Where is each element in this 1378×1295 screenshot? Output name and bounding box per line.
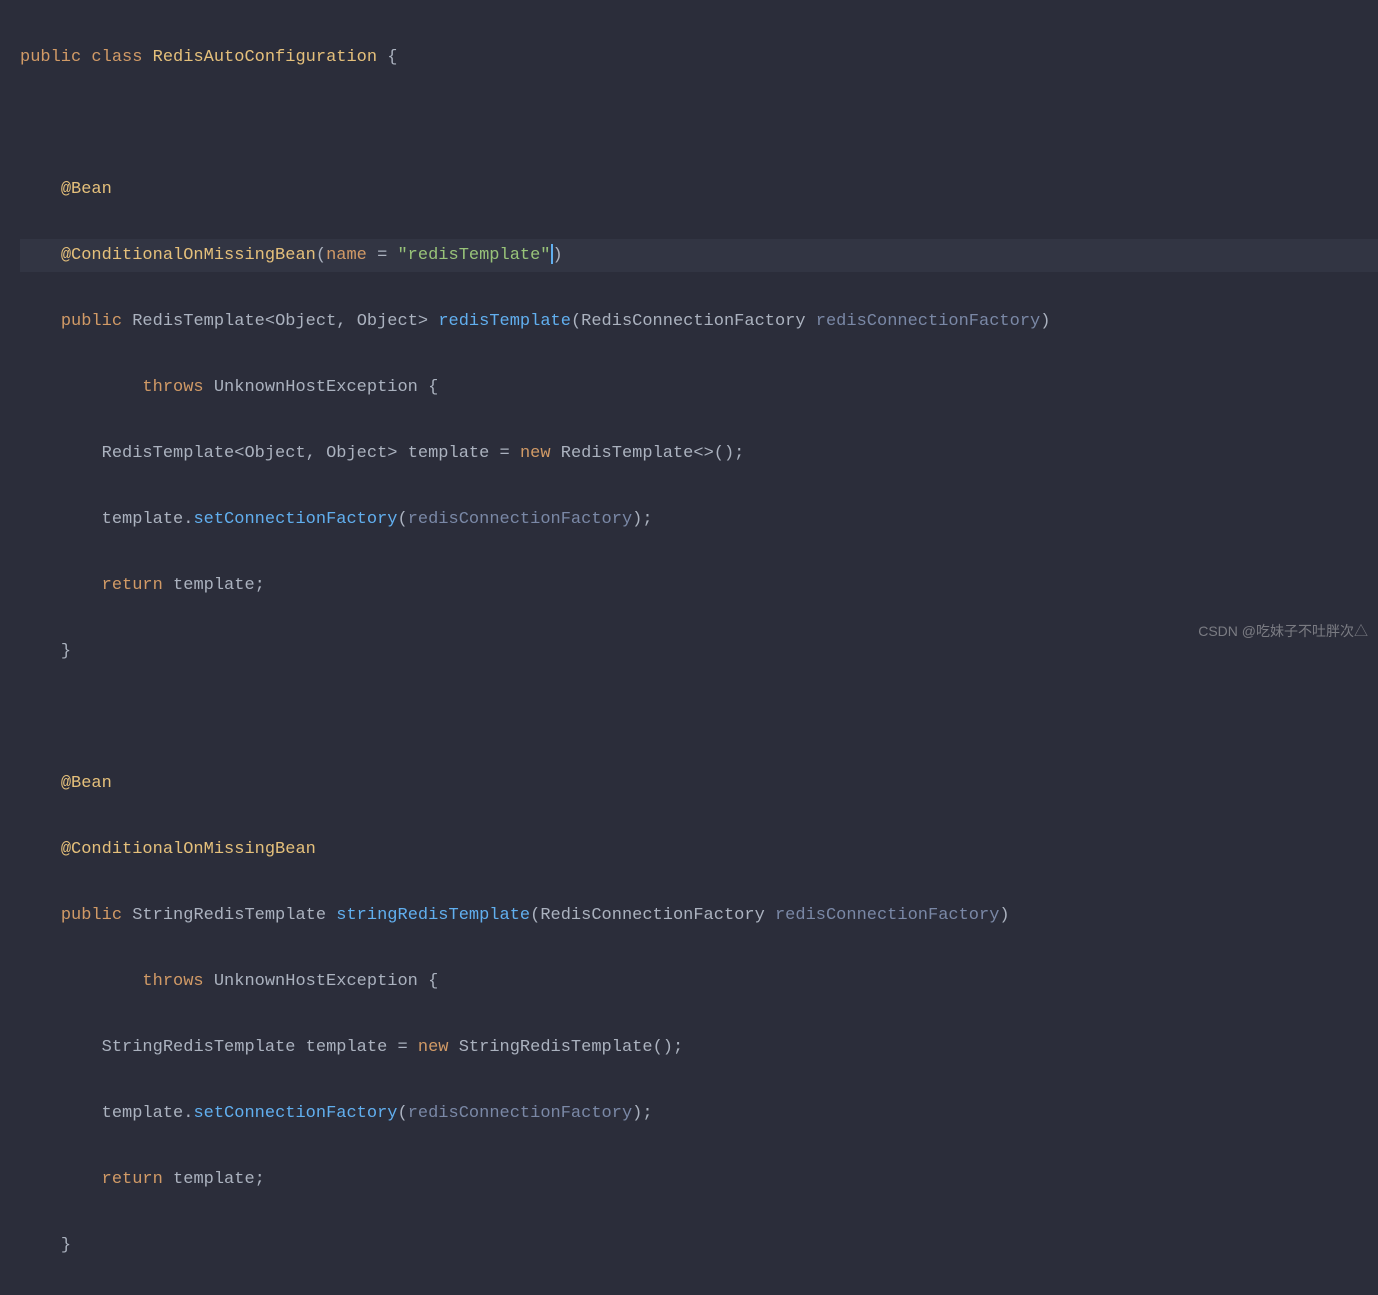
argument: redisConnectionFactory — [408, 1104, 632, 1123]
code-line: @Bean — [20, 767, 1378, 800]
exception-type: UnknownHostException — [214, 378, 418, 397]
variable: template — [102, 510, 184, 529]
brace: { — [428, 378, 438, 397]
param-type: RedisConnectionFactory — [581, 312, 805, 331]
angle: < — [265, 312, 275, 331]
type: Object — [357, 312, 418, 331]
variable: template — [408, 444, 490, 463]
method-name: redisTemplate — [438, 312, 571, 331]
param-type: RedisConnectionFactory — [540, 906, 764, 925]
keyword-return: return — [102, 1170, 163, 1189]
brace: } — [61, 642, 71, 661]
type: Object — [275, 312, 336, 331]
string-literal: "redisTemplate" — [397, 246, 550, 265]
keyword-new: new — [520, 444, 551, 463]
type: Object — [326, 444, 387, 463]
method-name: stringRedisTemplate — [336, 906, 530, 925]
type: RedisTemplate — [132, 312, 265, 331]
paren: ( — [530, 906, 540, 925]
brace: } — [61, 1236, 71, 1255]
code-line: StringRedisTemplate template = new Strin… — [20, 1031, 1378, 1064]
type: Object — [244, 444, 305, 463]
type: StringRedisTemplate — [102, 1038, 296, 1057]
paren: ) — [553, 246, 563, 265]
keyword-throws: throws — [142, 378, 203, 397]
semicolon: ; — [255, 576, 265, 595]
code-line: @ConditionalOnMissingBean — [20, 833, 1378, 866]
watermark: CSDN @吃妹子不吐胖次△ — [1198, 615, 1368, 648]
type: RedisTemplate — [102, 444, 235, 463]
annotation: @Bean — [61, 774, 112, 793]
variable: template — [102, 1104, 184, 1123]
brace: { — [428, 972, 438, 991]
paren: ) — [1040, 312, 1050, 331]
dot: . — [183, 510, 193, 529]
code-line: template.setConnectionFactory(redisConne… — [20, 1097, 1378, 1130]
code-line: public class RedisAutoConfiguration { — [20, 41, 1378, 74]
type: StringRedisTemplate — [132, 906, 326, 925]
variable: template — [173, 1170, 255, 1189]
keyword-public: public — [61, 906, 122, 925]
equals: = — [367, 246, 398, 265]
code-line: throws UnknownHostException { — [20, 371, 1378, 404]
paren: ( — [398, 510, 408, 529]
diamond: <> — [693, 444, 713, 463]
code-line — [20, 701, 1378, 734]
code-line: template.setConnectionFactory(redisConne… — [20, 503, 1378, 536]
method-call: setConnectionFactory — [193, 1104, 397, 1123]
brace: { — [387, 48, 397, 67]
code-line: return template; — [20, 1163, 1378, 1196]
code-line: return template; — [20, 569, 1378, 602]
keyword-public: public — [20, 48, 81, 67]
param-name: redisConnectionFactory — [775, 906, 999, 925]
comma: , — [306, 444, 326, 463]
paren: ) — [999, 906, 1009, 925]
equals: = — [387, 1038, 418, 1057]
keyword-throws: throws — [142, 972, 203, 991]
constructor: RedisTemplate — [561, 444, 694, 463]
keyword-class: class — [91, 48, 142, 67]
keyword-new: new — [418, 1038, 449, 1057]
angle: > — [418, 312, 428, 331]
annotation: @Bean — [61, 180, 112, 199]
method-call: setConnectionFactory — [193, 510, 397, 529]
param-name: name — [326, 246, 367, 265]
comma: , — [336, 312, 356, 331]
code-line: throws UnknownHostException { — [20, 965, 1378, 998]
keyword-return: return — [102, 576, 163, 595]
variable: template — [306, 1038, 388, 1057]
constructor: StringRedisTemplate — [459, 1038, 653, 1057]
paren: ); — [632, 1104, 652, 1123]
angle: > — [387, 444, 397, 463]
exception-type: UnknownHostException — [214, 972, 418, 991]
code-line: } — [20, 1229, 1378, 1262]
variable: template — [173, 576, 255, 595]
paren: ( — [571, 312, 581, 331]
keyword-public: public — [61, 312, 122, 331]
argument: redisConnectionFactory — [408, 510, 632, 529]
dot: . — [183, 1104, 193, 1123]
code-line: public RedisTemplate<Object, Object> red… — [20, 305, 1378, 338]
annotation: @ConditionalOnMissingBean — [61, 246, 316, 265]
code-line: } — [20, 635, 1378, 668]
code-line-current: @ConditionalOnMissingBean(name = "redisT… — [20, 239, 1378, 272]
annotation: @ConditionalOnMissingBean — [61, 840, 316, 859]
equals: = — [489, 444, 520, 463]
angle: < — [234, 444, 244, 463]
param-name: redisConnectionFactory — [816, 312, 1040, 331]
parens: (); — [653, 1038, 684, 1057]
semicolon: ; — [255, 1170, 265, 1189]
code-line: @Bean — [20, 173, 1378, 206]
parens: (); — [714, 444, 745, 463]
class-name: RedisAutoConfiguration — [153, 48, 377, 67]
code-editor[interactable]: public class RedisAutoConfiguration { @B… — [0, 0, 1378, 1295]
code-line: public StringRedisTemplate stringRedisTe… — [20, 899, 1378, 932]
paren: ( — [316, 246, 326, 265]
code-line: RedisTemplate<Object, Object> template =… — [20, 437, 1378, 470]
code-line — [20, 107, 1378, 140]
paren: ( — [398, 1104, 408, 1123]
paren: ); — [632, 510, 652, 529]
